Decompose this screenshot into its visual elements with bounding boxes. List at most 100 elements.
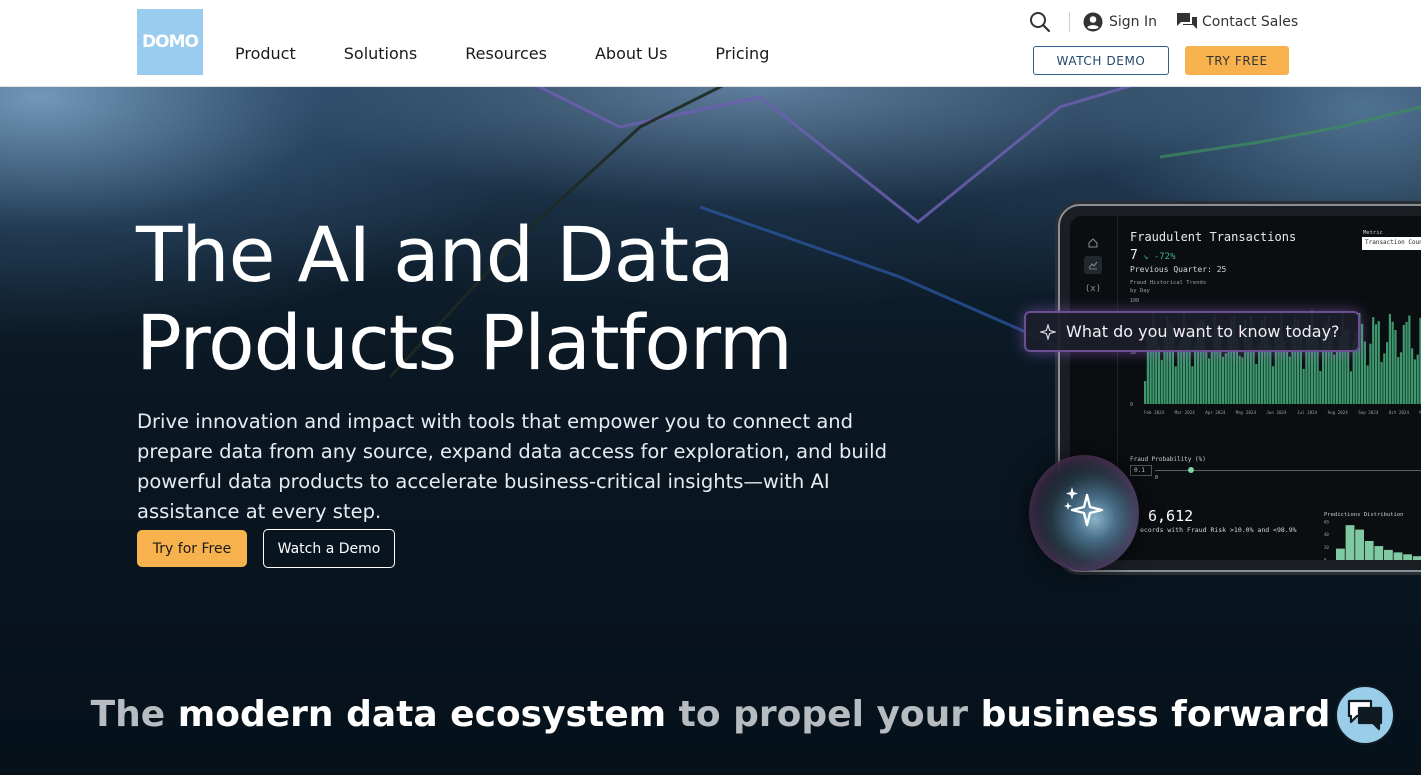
- search-button[interactable]: [1029, 10, 1053, 34]
- tagline-part-4: business forward: [980, 694, 1331, 735]
- trend-bar: [1160, 359, 1163, 404]
- ai-sparkles-icon: [1064, 487, 1104, 527]
- trend-bar: [1386, 342, 1389, 404]
- try-for-free-button[interactable]: Try for Free: [137, 530, 247, 567]
- hero-subtitle: Drive innovation and impact with tools t…: [137, 410, 887, 523]
- trend-bar: [1402, 324, 1405, 404]
- predictions-distribution-chart: 60 40 20 0: [1324, 520, 1421, 561]
- trend-bar: [1269, 345, 1272, 404]
- x-tick-label: Apr 2024: [1205, 410, 1226, 415]
- x-tick-label: Oct 2024: [1389, 410, 1410, 415]
- distribution-bar: [1336, 548, 1345, 560]
- header-divider: [1069, 12, 1070, 32]
- ai-assistant-orb[interactable]: [1029, 455, 1139, 571]
- fraud-probability-label: Fraud Probability (%): [1130, 456, 1206, 463]
- watch-a-demo-button[interactable]: Watch a Demo: [263, 529, 395, 568]
- distribution-tick-label: 60: [1324, 520, 1329, 525]
- trend-bar: [1394, 329, 1397, 404]
- distribution-bar: [1374, 546, 1384, 560]
- x-tick-label: Jun 2024: [1266, 410, 1287, 415]
- sign-in-link[interactable]: Sign In: [1083, 10, 1157, 34]
- chat-bubbles-icon: [1177, 13, 1197, 29]
- x-tick-label: Sep 2024: [1358, 410, 1379, 415]
- hero-title-line-2: Products Platform: [136, 298, 793, 387]
- trend-bar: [1207, 358, 1211, 404]
- home-icon: [1084, 234, 1102, 252]
- tagline-part-3: to propel your: [678, 694, 981, 735]
- domo-logo[interactable]: DOMO: [137, 9, 203, 75]
- risk-record-count: 6,612: [1148, 507, 1194, 525]
- live-chat-button[interactable]: [1335, 685, 1395, 745]
- distribution-bar: [1345, 525, 1355, 560]
- trend-bar: [1238, 355, 1241, 404]
- metric-label: Metric: [1363, 230, 1383, 236]
- trend-bar: [1224, 353, 1227, 404]
- trend-bar: [1288, 356, 1291, 404]
- trend-bar: [1221, 356, 1225, 404]
- fraud-probability-input[interactable]: 0.1: [1130, 465, 1152, 476]
- try-free-button[interactable]: TRY FREE: [1185, 46, 1289, 75]
- trend-bar: [1174, 366, 1177, 404]
- trend-bar: [1302, 368, 1305, 404]
- y-tick-label: 100: [1130, 298, 1139, 304]
- distribution-bar: [1403, 554, 1412, 560]
- trend-bar: [1369, 343, 1372, 404]
- trend-bar: [1335, 351, 1339, 404]
- trend-bar: [1374, 324, 1378, 404]
- distribution-bar: [1364, 541, 1374, 560]
- trend-bar: [1360, 323, 1364, 404]
- trend-bar: [1405, 321, 1408, 404]
- user-icon: [1083, 12, 1103, 32]
- fraud-change: ↘ -72%: [1143, 252, 1176, 262]
- metric-select[interactable]: Transaction Count: [1362, 237, 1421, 250]
- trend-bar: [1258, 343, 1261, 404]
- ai-prompt-box[interactable]: What do you want to know today?: [1024, 311, 1360, 352]
- trend-bar: [1380, 361, 1383, 404]
- fraud-history-label: Fraud Historical Trends: [1130, 280, 1207, 286]
- trend-bar: [1241, 357, 1244, 404]
- trend-bar: [1388, 313, 1391, 404]
- sparkle-icon: [1040, 323, 1056, 340]
- trend-bar: [1194, 343, 1197, 404]
- hero-title-line-1: The AI and Data: [136, 210, 735, 299]
- nav-about-us[interactable]: About Us: [595, 44, 667, 63]
- search-icon: [1030, 12, 1051, 33]
- contact-sales-link[interactable]: Contact Sales: [1176, 10, 1298, 34]
- trend-bar: [1191, 366, 1194, 404]
- fraud-probability-slider-track[interactable]: [1155, 470, 1421, 471]
- slider-min-label: 0: [1155, 475, 1159, 481]
- x-tick-label: Aug 2024: [1328, 410, 1349, 415]
- distribution-bar: [1412, 556, 1421, 560]
- distribution-tick-label: 0: [1324, 558, 1327, 561]
- fraud-title: Fraudulent Transactions: [1130, 230, 1297, 244]
- trend-bar: [1399, 352, 1403, 404]
- trend-bar: [1210, 349, 1213, 404]
- distribution-bar: [1355, 529, 1364, 560]
- trend-bar: [1271, 366, 1275, 404]
- contact-sales-label: Contact Sales: [1202, 14, 1299, 30]
- hero-title: The AI and Data Products Platform: [136, 211, 1016, 387]
- tagline-part-1: The: [90, 694, 178, 735]
- trend-bar: [1349, 371, 1353, 404]
- fraud-probability-slider-handle[interactable]: [1188, 467, 1194, 473]
- trend-bar: [1255, 363, 1258, 404]
- trend-bar: [1157, 346, 1161, 404]
- x-tick-label: Feb 2024: [1144, 410, 1165, 415]
- site-header: DOMO Product Solutions Resources About U…: [0, 0, 1421, 87]
- fraud-value: 7: [1130, 248, 1138, 263]
- nav-pricing[interactable]: Pricing: [715, 44, 769, 63]
- chat-icon: [1347, 699, 1383, 731]
- variable-icon: (x): [1084, 284, 1102, 294]
- distribution-tick-label: 40: [1324, 532, 1329, 537]
- tagline-part-2: modern data ecosystem: [177, 694, 679, 735]
- trend-bar: [1416, 354, 1419, 404]
- watch-demo-button[interactable]: WATCH DEMO: [1033, 46, 1169, 75]
- y-tick-label: 0: [1130, 402, 1133, 408]
- trend-bar: [1144, 381, 1147, 404]
- x-tick-label: Mar 2024: [1175, 410, 1196, 415]
- trend-bar: [1391, 321, 1394, 404]
- trend-bar: [1363, 341, 1366, 404]
- nav-resources[interactable]: Resources: [465, 44, 547, 63]
- nav-solutions[interactable]: Solutions: [344, 44, 418, 63]
- nav-product[interactable]: Product: [235, 44, 296, 63]
